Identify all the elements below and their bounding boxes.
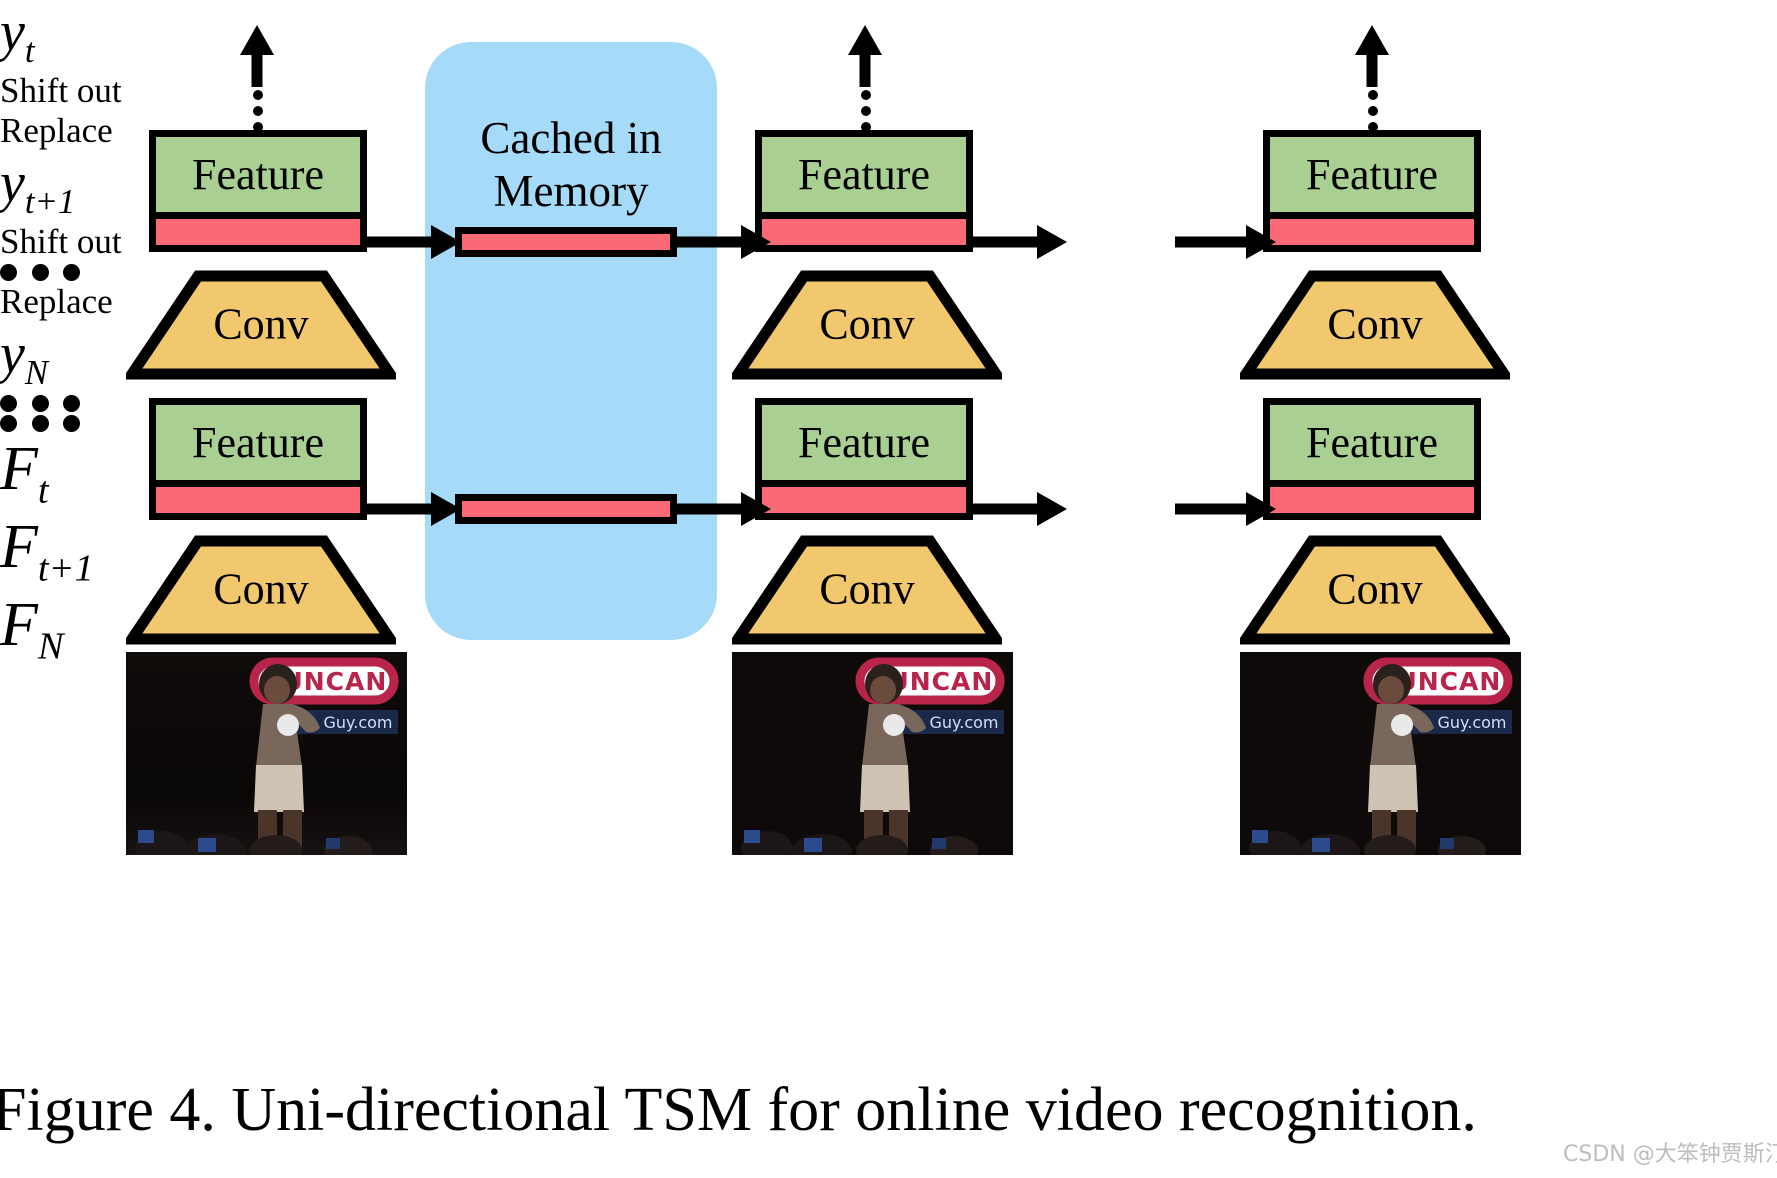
feature-label-mid-t: Feature	[156, 405, 360, 480]
cached-bar-top	[455, 227, 677, 257]
svg-text:Guy.com: Guy.com	[930, 713, 999, 732]
cached-memory-label: Cached in Memory	[480, 113, 662, 217]
ellipsis-top-row	[0, 262, 80, 282]
feature-block-top-N[interactable]: Feature	[1263, 130, 1481, 252]
output-symbol-t1: y	[0, 152, 25, 215]
video-frame-N: DUNCAN Guy.com	[1240, 652, 1521, 855]
arrow-shift-out-mid-2	[971, 489, 1071, 529]
shift-strip-top-t1	[762, 212, 966, 245]
ellipsis-frame-row	[0, 414, 80, 434]
conv-lower-N[interactable]: Conv	[1240, 535, 1510, 645]
output-arrow-t1	[845, 25, 885, 87]
feature-label-top-t: Feature	[156, 137, 360, 212]
arrow-replace-top-2	[1175, 222, 1280, 262]
figure-container: Cached in Memory yt Feature Shift out Re…	[0, 0, 1777, 1178]
frame-subscript-N: N	[37, 625, 64, 668]
feature-block-mid-t[interactable]: Feature	[149, 398, 367, 520]
output-dotted-line-t1	[856, 90, 876, 132]
svg-text:Guy.com: Guy.com	[1438, 713, 1507, 732]
feature-block-top-t[interactable]: Feature	[149, 130, 367, 252]
output-dotted-line-N	[1363, 90, 1383, 132]
shift-strip-top-N	[1270, 212, 1474, 245]
feature-label-mid-N: Feature	[1270, 405, 1474, 480]
output-symbol-N: y	[0, 323, 25, 386]
frame-symbol-N: F	[0, 591, 38, 660]
output-arrow-N	[1352, 25, 1392, 87]
shift-strip-top-t	[156, 212, 360, 245]
output-subscript-t1: t+1	[24, 182, 76, 222]
svg-text:Guy.com: Guy.com	[324, 713, 393, 732]
arrow-replace-mid-2	[1175, 489, 1280, 529]
shift-strip-mid-N	[1270, 480, 1474, 513]
conv-upper-t1[interactable]: Conv	[732, 270, 1002, 380]
shift-strip-mid-t1	[762, 480, 966, 513]
cached-bar-mid	[455, 494, 677, 524]
video-frame-t: DUNCAN Guy.com	[126, 652, 407, 855]
conv-lower-t[interactable]: Conv	[126, 535, 396, 645]
feature-block-mid-t1[interactable]: Feature	[755, 398, 973, 520]
frame-subscript-t: t	[37, 468, 49, 511]
output-subscript-N: N	[24, 353, 49, 393]
feature-label-mid-t1: Feature	[762, 405, 966, 480]
output-subscript-t: t	[24, 31, 35, 71]
arrow-shift-out-top-1	[365, 222, 465, 262]
feature-label-top-N: Feature	[1270, 137, 1474, 212]
output-arrow-t	[237, 25, 277, 87]
frame-symbol-t: F	[0, 434, 38, 503]
conv-upper-t[interactable]: Conv	[126, 270, 396, 380]
feature-block-top-t1[interactable]: Feature	[755, 130, 973, 252]
figure-caption: Figure 4. Uni-directional TSM for online…	[0, 1076, 1477, 1144]
video-frame-t1: DUNCAN Guy.com	[732, 652, 1013, 855]
conv-lower-t1[interactable]: Conv	[732, 535, 1002, 645]
arrow-replace-top-1	[675, 222, 775, 262]
output-dotted-line-t	[248, 90, 268, 132]
feature-block-mid-N[interactable]: Feature	[1263, 398, 1481, 520]
watermark-text: CSDN @大笨钟贾斯汀47	[1563, 1142, 1777, 1167]
output-symbol-t: y	[0, 1, 25, 63]
cached-memory-panel: Cached in Memory	[425, 42, 717, 640]
conv-upper-N[interactable]: Conv	[1240, 270, 1510, 380]
arrow-shift-out-top-2	[971, 222, 1071, 262]
arrow-replace-mid-1	[675, 489, 775, 529]
arrow-shift-out-mid-1	[365, 489, 465, 529]
frame-symbol-t1: F	[0, 512, 38, 581]
shift-strip-mid-t	[156, 480, 360, 513]
feature-label-top-t1: Feature	[762, 137, 966, 212]
ellipsis-mid-row	[0, 394, 80, 414]
frame-subscript-t1: t+1	[37, 547, 94, 590]
